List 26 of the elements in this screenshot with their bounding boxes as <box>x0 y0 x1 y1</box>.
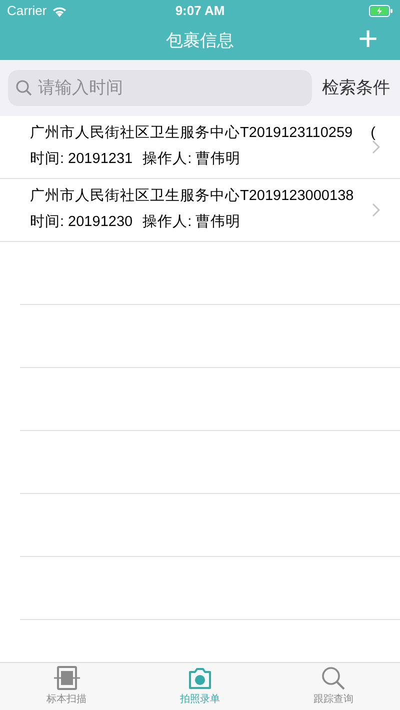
status-time: 9:07 AM <box>175 2 225 20</box>
record-title: 广州市人民街社区卫生服务中心T2019123000138 <box>30 186 354 206</box>
record-row[interactable]: 广州市人民街社区卫生服务中心T2019123110259 ( 时间: 20191231 操作人: 曹伟明 <box>0 116 400 179</box>
nav-title: 包裹信息 <box>166 30 234 52</box>
tab-bar-item[interactable]: 拍照录单 <box>133 663 267 710</box>
add-button[interactable]: + <box>358 22 378 56</box>
search-field[interactable]: 请输入时间 <box>8 70 312 106</box>
tab-bar-item[interactable]: 跟踪查询 <box>266 663 400 710</box>
carrier-label: Carrier <box>7 2 47 20</box>
filter-button[interactable]: 检索条件 <box>322 75 390 101</box>
chevron-icon <box>372 203 380 217</box>
search-icon <box>16 80 32 96</box>
record-operator: 操作人: 曹伟明 <box>142 150 241 169</box>
wifi-icon <box>52 6 67 16</box>
record-title-suffix: ( <box>370 124 376 144</box>
camera-icon <box>186 666 213 690</box>
record-date: 时间: 20191230 <box>30 213 133 232</box>
record-title: 广州市人民街社区卫生服务中心T2019123110259 <box>30 124 353 144</box>
tab-bar-item[interactable]: 标本扫描 <box>0 663 134 710</box>
search-icon <box>320 666 346 690</box>
scanner-icon <box>54 666 80 690</box>
record-date: 时间: 20191231 <box>30 150 133 169</box>
record-operator: 操作人: 曹伟明 <box>142 213 241 232</box>
battery-icon <box>369 5 393 17</box>
record-row[interactable]: 广州市人民街社区卫生服务中心T2019123000138 时间: 20191230 操作人: 曹伟明 <box>0 179 400 242</box>
chevron-icon <box>372 140 380 154</box>
